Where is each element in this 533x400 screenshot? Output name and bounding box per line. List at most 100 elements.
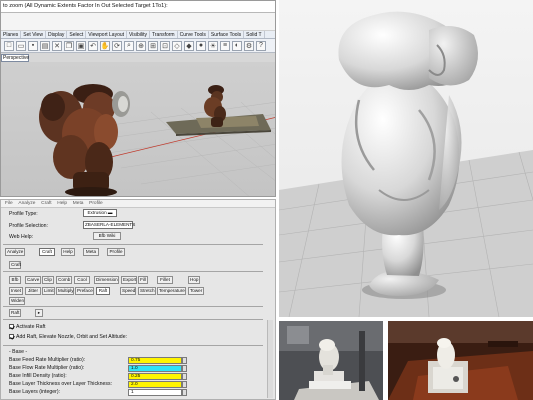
plugin-temperature[interactable]: Temperature xyxy=(157,287,186,295)
zoom-extents-icon[interactable]: ⊞ xyxy=(148,40,158,51)
options-icon[interactable]: ⚙ xyxy=(244,40,254,51)
tab-transform[interactable]: Transform xyxy=(150,31,178,38)
light-icon[interactable]: ☀ xyxy=(208,40,218,51)
tab-solid-tools[interactable]: Solid T xyxy=(244,31,265,38)
base-layers-label: Base Layers (integer): xyxy=(9,389,61,395)
tab-viewport-layout[interactable]: Viewport Layout xyxy=(86,31,128,38)
viewport-tab-perspective[interactable]: Perspective xyxy=(1,54,29,62)
tab-set-view[interactable]: Set View xyxy=(21,31,46,38)
plugin-stretch[interactable]: Stretch xyxy=(138,287,156,295)
plugin-export[interactable]: Export xyxy=(121,276,137,284)
profile-type-label: Profile Type: xyxy=(9,211,38,217)
command-line[interactable]: to zoom (All Dynamic Extents Factor In O… xyxy=(1,1,275,13)
separator xyxy=(3,244,263,245)
tab-select[interactable]: Select xyxy=(67,31,87,38)
rotate-icon[interactable]: ⟳ xyxy=(112,40,122,51)
cut-icon[interactable]: ✕ xyxy=(52,40,62,51)
add-raft-row[interactable]: Add Raft, Elevate Nozzle, Orbit and Set … xyxy=(9,334,127,340)
pan-icon[interactable]: ✋ xyxy=(100,40,110,51)
render-scene xyxy=(279,0,533,317)
plugin-speed[interactable]: Speed xyxy=(120,287,136,295)
menu-file[interactable]: File xyxy=(5,200,13,208)
open-file-icon[interactable]: ▭ xyxy=(16,40,26,51)
help-button[interactable]: Help xyxy=(61,248,75,256)
craft-dropdown[interactable]: Craft xyxy=(9,261,21,269)
plugin-tower[interactable]: Tower xyxy=(188,287,204,295)
add-raft-checkbox[interactable] xyxy=(9,334,14,340)
activate-raft-checkbox[interactable] xyxy=(9,324,14,330)
help-icon[interactable]: ? xyxy=(256,40,266,51)
base-flow-rate-input[interactable]: 1.0 xyxy=(128,365,182,372)
tab-curve-tools[interactable]: Curve Tools xyxy=(178,31,209,38)
render-icon[interactable]: ● xyxy=(196,40,206,51)
plugin-dimension[interactable]: Dimension xyxy=(94,276,119,284)
tab-display[interactable]: Display xyxy=(46,31,68,38)
base-feed-rate-stepper[interactable] xyxy=(182,357,187,364)
plugin-clip[interactable]: Clip xyxy=(42,276,54,284)
plugin-fillet[interactable]: Fillet xyxy=(157,276,173,284)
plugin-inset[interactable]: Inset xyxy=(9,287,23,295)
base-infill-density-input[interactable]: 0.25 xyxy=(128,373,182,380)
profile-button[interactable]: Profile xyxy=(107,248,125,256)
bfb-wiki-button[interactable]: Bfb Wiki xyxy=(93,232,121,240)
layer-icon[interactable]: ≡ xyxy=(220,40,230,51)
base-layers-stepper[interactable] xyxy=(182,389,187,396)
meta-button[interactable]: Meta xyxy=(83,248,99,256)
profile-selection-dropdown[interactable]: ZBASERLA-ELEMENTS xyxy=(83,221,135,229)
menu-help[interactable]: Help xyxy=(57,200,67,208)
menu-meta[interactable]: Meta xyxy=(73,200,84,208)
web-help-label: Web Help: xyxy=(9,234,34,240)
shaded-icon[interactable]: ◆ xyxy=(184,40,194,51)
plugin-multiply[interactable]: Multiply xyxy=(56,287,74,295)
plugin-carve[interactable]: Carve xyxy=(25,276,41,284)
base-infill-density-stepper[interactable] xyxy=(182,373,187,380)
base-layers-input[interactable]: 1 xyxy=(128,389,182,396)
tab-planes[interactable]: Planes xyxy=(1,31,22,38)
plugin-cool[interactable]: Cool xyxy=(74,276,90,284)
base-section-header: - Base - xyxy=(9,349,28,355)
base-layer-thickness-stepper[interactable] xyxy=(182,381,187,388)
menu-craft[interactable]: Craft xyxy=(41,200,51,208)
activate-raft-label: Activate Raft xyxy=(16,324,46,330)
analyze-button[interactable]: Analyze xyxy=(5,248,25,256)
base-layer-thickness-input[interactable]: 2.0 xyxy=(128,381,182,388)
print-icon[interactable]: ▤ xyxy=(40,40,50,51)
activate-raft-row[interactable]: Activate Raft xyxy=(9,324,45,330)
properties-icon[interactable]: ◐ xyxy=(232,40,242,51)
craft-button[interactable]: Craft xyxy=(39,248,55,256)
tab-visibility[interactable]: Visibility xyxy=(127,31,150,38)
selected-plugin-label: Raft xyxy=(9,309,21,317)
wireframe-icon[interactable]: ◇ xyxy=(172,40,182,51)
plugin-limit[interactable]: Limit xyxy=(42,287,55,295)
base-feed-rate-label: Base Feed Rate Multiplier (ratio): xyxy=(9,357,86,363)
copy-icon[interactable]: ❐ xyxy=(64,40,74,51)
plugin-menu-button[interactable]: ▸ xyxy=(35,309,43,317)
save-icon[interactable]: ▪ xyxy=(28,40,38,51)
zoom-selected-icon[interactable]: ⊡ xyxy=(160,40,170,51)
plugin-fill[interactable]: Fill xyxy=(138,276,148,284)
plugin-comb[interactable]: Comb xyxy=(56,276,72,284)
plugin-bfb[interactable]: Bfb xyxy=(9,276,21,284)
zoom-icon[interactable]: ⌕ xyxy=(124,40,134,51)
zoom-window-icon[interactable]: ⊕ xyxy=(136,40,146,51)
plugin-hop[interactable]: Hop xyxy=(188,276,200,284)
base-feed-rate-input[interactable]: 0.75 xyxy=(128,357,182,364)
profile-type-dropdown[interactable]: Extrusion ▬ xyxy=(83,209,117,217)
command-line-text: to zoom (All Dynamic Extents Factor In O… xyxy=(3,3,168,9)
tab-surface-tools[interactable]: Surface Tools xyxy=(209,31,245,38)
new-file-icon[interactable]: □ xyxy=(4,40,14,51)
perspective-viewport[interactable] xyxy=(1,62,275,196)
paste-icon[interactable]: ▣ xyxy=(76,40,86,51)
add-raft-label: Add Raft, Elevate Nozzle, Orbit and Set … xyxy=(16,334,128,340)
base-flow-rate-stepper[interactable] xyxy=(182,365,187,372)
menu-profile[interactable]: Profile xyxy=(89,200,103,208)
undo-icon[interactable]: ↶ xyxy=(88,40,98,51)
skeinforge-window: File Analyze Craft Help Meta Profile Pro… xyxy=(0,199,276,400)
plugin-widen[interactable]: Widen xyxy=(9,297,25,305)
plugin-preface[interactable]: Preface xyxy=(75,287,94,295)
separator xyxy=(3,271,263,272)
plugin-raft[interactable]: Raft xyxy=(96,287,110,295)
plugin-jitter[interactable]: Jitter xyxy=(25,287,41,295)
menu-analyze[interactable]: Analyze xyxy=(18,200,35,208)
vertical-scrollbar[interactable] xyxy=(267,320,273,398)
